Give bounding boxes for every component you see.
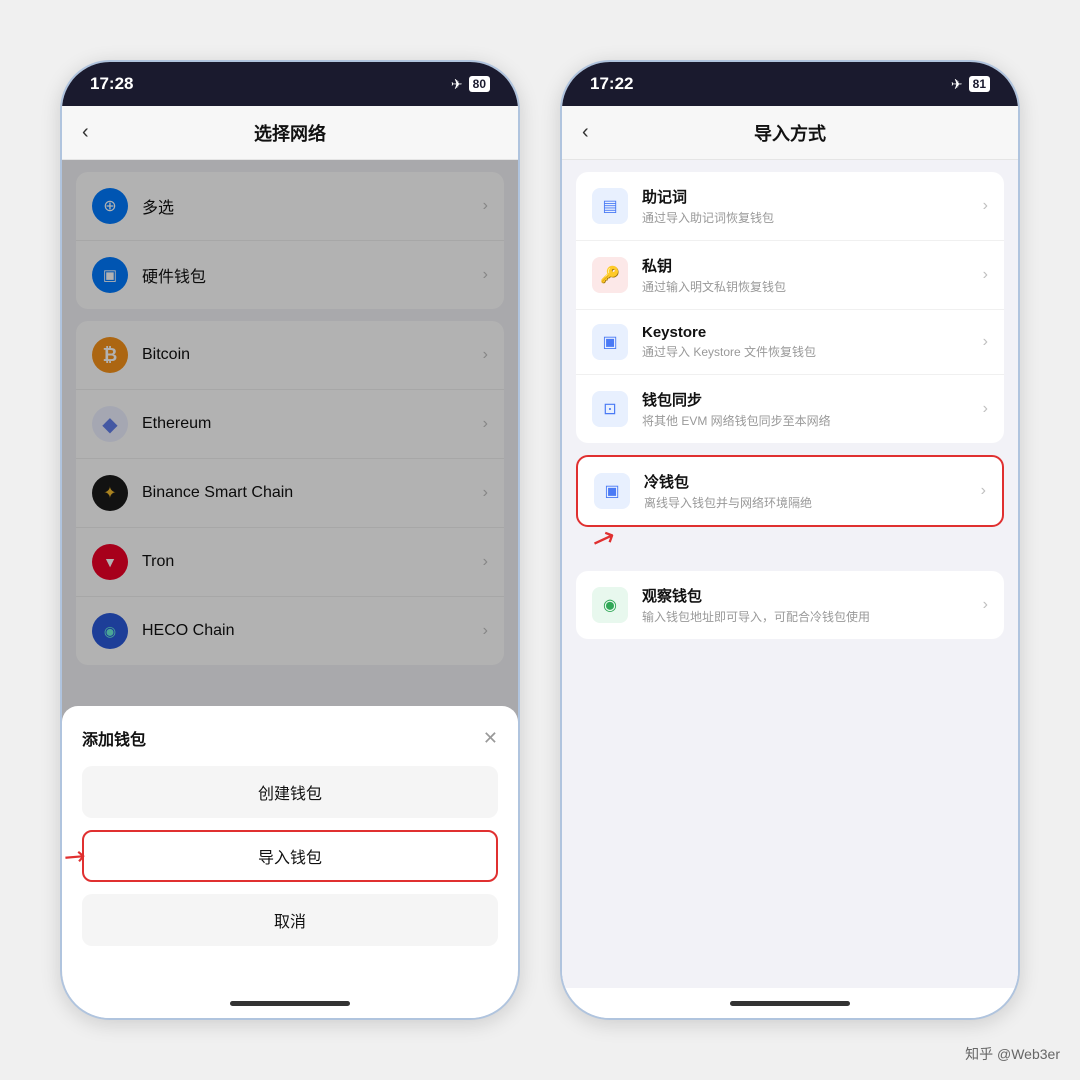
import-list: ▤ 助记词 通过导入助记词恢复钱包 › 🔑 私钥 通过输入明文私钥恢复钱包 › [562,172,1018,988]
sheet-header: 添加钱包 ✕ [82,726,498,750]
airplane-icon-left: ✈ [451,76,463,93]
import-wrapper: 导入钱包 ↗ [82,830,498,882]
import-wallet-button[interactable]: 导入钱包 [82,830,498,882]
nav-title-right: 导入方式 [754,120,826,146]
privatekey-text: 私钥 通过输入明文私钥恢复钱包 [642,255,983,295]
cold-wallet-wrapper: ▣ 冷钱包 离线导入钱包并与网络环境隔绝 › ↗ [562,455,1018,527]
import-item-cold[interactable]: ▣ 冷钱包 离线导入钱包并与网络环境隔绝 › [578,457,1002,525]
mnemonic-title: 助记词 [642,186,983,207]
status-bar-left: 17:28 ✈ 80 [62,62,518,106]
nav-bar-right: ‹ 导入方式 [562,106,1018,160]
phone-right: 17:22 ✈ 81 ‹ 导入方式 ▤ 助记词 通过导入助记词恢复钱包 [560,60,1020,1020]
status-time-right: 17:22 [590,74,633,94]
keystore-title: Keystore [642,324,983,341]
nav-bar-left: ‹ 选择网络 [62,106,518,160]
battery-left: 80 [469,76,490,92]
sync-icon: ⊡ [592,391,628,427]
keystore-text: Keystore 通过导入 Keystore 文件恢复钱包 [642,324,983,360]
privatekey-title: 私钥 [642,255,983,276]
chevron-sync: › [983,400,988,418]
nav-title-left: 选择网络 [254,120,326,146]
chevron-cold: › [981,482,986,500]
cold-text: 冷钱包 离线导入钱包并与网络环境隔绝 [644,471,981,511]
create-wallet-button[interactable]: 创建钱包 [82,766,498,818]
cold-title: 冷钱包 [644,471,981,492]
keystore-desc: 通过导入 Keystore 文件恢复钱包 [642,343,983,360]
privatekey-icon: 🔑 [592,257,628,293]
status-icons-left: ✈ 80 [451,76,490,93]
status-time-left: 17:28 [90,74,133,94]
phone-left: 17:28 ✈ 80 ‹ 选择网络 ⊕ 多选 › ▣ 硬件钱包 › [60,60,520,1020]
import-item-watch[interactable]: ◉ 观察钱包 输入钱包地址即可导入，可配合冷钱包使用 › [576,571,1004,639]
sync-title: 钱包同步 [642,389,983,410]
privatekey-desc: 通过输入明文私钥恢复钱包 [642,278,983,295]
back-button-right[interactable]: ‹ [582,121,589,144]
watermark: 知乎 @Web3er [965,1044,1060,1064]
bottom-sheet-overlay: 添加钱包 ✕ 创建钱包 导入钱包 ↗ 取消 [62,160,518,988]
import-item-sync[interactable]: ⊡ 钱包同步 将其他 EVM 网络钱包同步至本网络 › [576,375,1004,443]
watch-desc: 输入钱包地址即可导入，可配合冷钱包使用 [642,608,983,625]
status-icons-right: ✈ 81 [951,76,990,93]
import-section-main: ▤ 助记词 通过导入助记词恢复钱包 › 🔑 私钥 通过输入明文私钥恢复钱包 › [576,172,1004,443]
chevron-watch: › [983,596,988,614]
content-right: ▤ 助记词 通过导入助记词恢复钱包 › 🔑 私钥 通过输入明文私钥恢复钱包 › [562,160,1018,988]
battery-right: 81 [969,76,990,92]
mnemonic-icon: ▤ [592,188,628,224]
import-item-keystore[interactable]: ▣ Keystore 通过导入 Keystore 文件恢复钱包 › [576,310,1004,375]
sheet-title: 添加钱包 [82,726,146,750]
content-left: ⊕ 多选 › ▣ 硬件钱包 › ₿ Bitcoin › ◆ E [62,160,518,988]
home-indicator-right [562,988,1018,1018]
import-item-privatekey[interactable]: 🔑 私钥 通过输入明文私钥恢复钱包 › [576,241,1004,310]
sync-text: 钱包同步 将其他 EVM 网络钱包同步至本网络 [642,389,983,429]
watch-title: 观察钱包 [642,585,983,606]
watch-text: 观察钱包 输入钱包地址即可导入，可配合冷钱包使用 [642,585,983,625]
home-bar-right [730,1001,850,1006]
cold-desc: 离线导入钱包并与网络环境隔绝 [644,494,981,511]
home-bar-left [230,1001,350,1006]
sheet-close-button[interactable]: ✕ [483,728,498,749]
chevron-mnemonic: › [983,197,988,215]
cold-icon: ▣ [594,473,630,509]
cancel-button[interactable]: 取消 [82,894,498,946]
home-indicator-left [62,988,518,1018]
sync-desc: 将其他 EVM 网络钱包同步至本网络 [642,412,983,429]
bottom-sheet: 添加钱包 ✕ 创建钱包 导入钱包 ↗ 取消 [62,706,518,988]
chevron-keystore: › [983,333,988,351]
back-button-left[interactable]: ‹ [82,121,89,144]
import-section-cold: ▣ 冷钱包 离线导入钱包并与网络环境隔绝 › [576,455,1004,527]
watch-icon: ◉ [592,587,628,623]
mnemonic-text: 助记词 通过导入助记词恢复钱包 [642,186,983,226]
mnemonic-desc: 通过导入助记词恢复钱包 [642,209,983,226]
import-section-watch: ◉ 观察钱包 输入钱包地址即可导入，可配合冷钱包使用 › [576,571,1004,639]
airplane-icon-right: ✈ [951,76,963,93]
status-bar-right: 17:22 ✈ 81 [562,62,1018,106]
import-item-mnemonic[interactable]: ▤ 助记词 通过导入助记词恢复钱包 › [576,172,1004,241]
keystore-icon: ▣ [592,324,628,360]
chevron-privatekey: › [983,266,988,284]
